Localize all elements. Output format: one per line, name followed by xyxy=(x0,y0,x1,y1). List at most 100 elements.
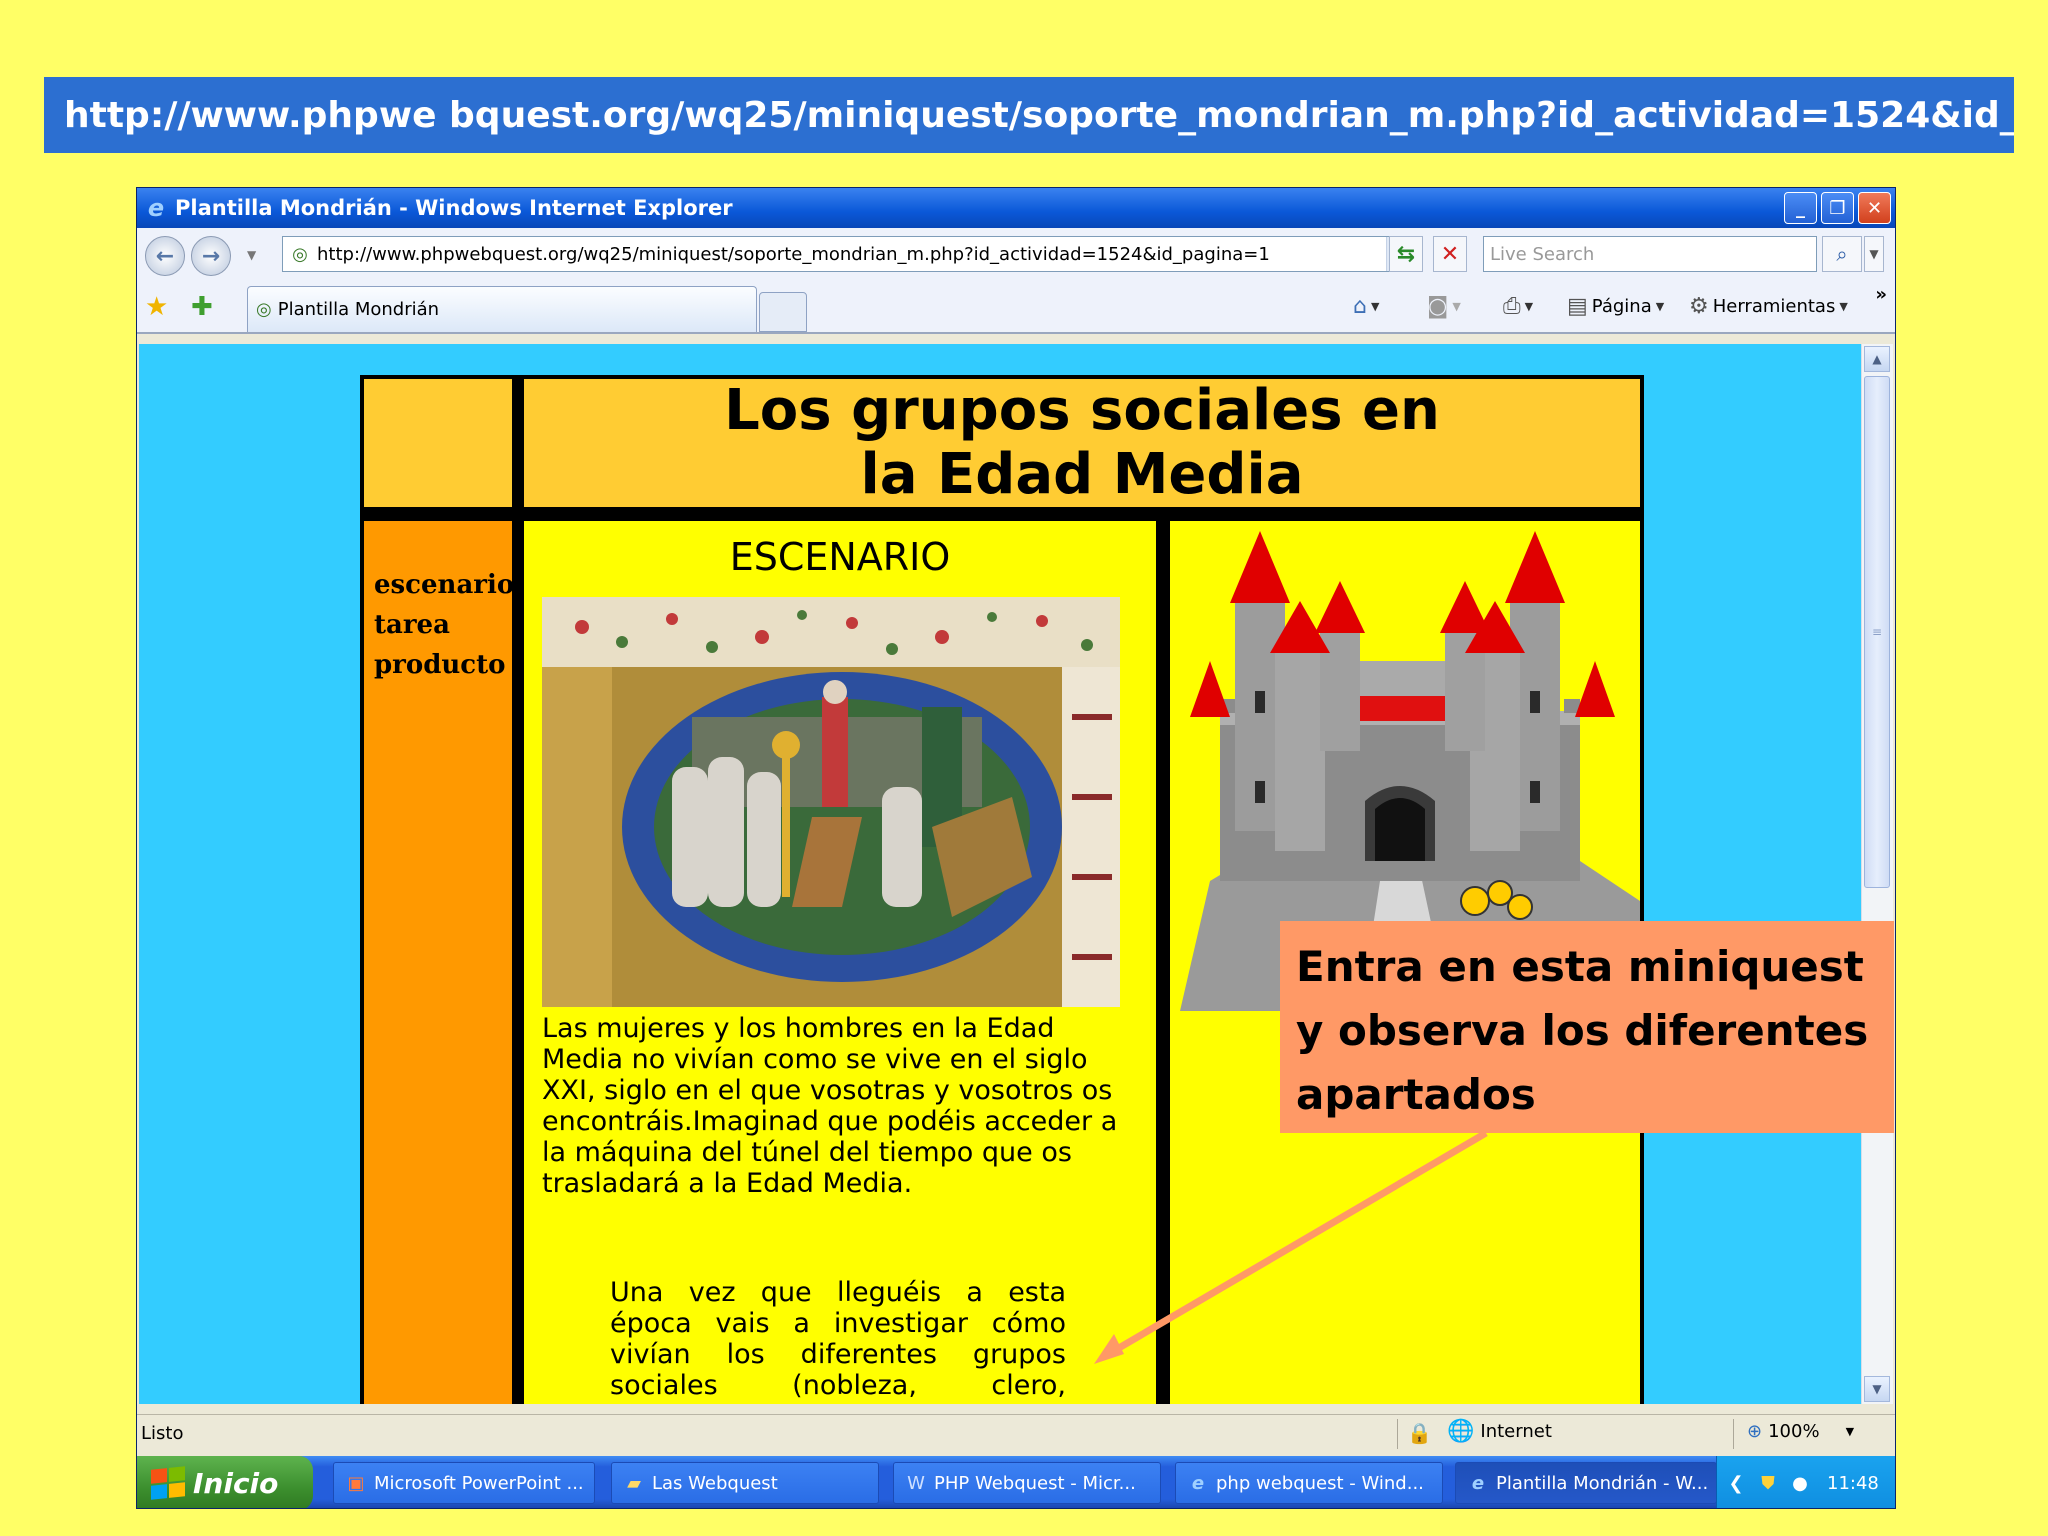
tools-menu-label: Herramientas xyxy=(1712,296,1836,317)
search-button[interactable]: ⌕ xyxy=(1822,236,1862,272)
task-label: PHP Webquest - Micr... xyxy=(934,1472,1136,1494)
mondrian-layout: Los grupos sociales en la Edad Media esc… xyxy=(360,375,1644,1404)
nav-cell: escenario tarea producto xyxy=(364,521,514,1404)
minimize-button[interactable]: _ xyxy=(1784,192,1817,224)
clock[interactable]: 11:48 xyxy=(1827,1473,1879,1494)
refresh-button[interactable]: ⇆ xyxy=(1389,236,1423,272)
close-button[interactable]: ✕ xyxy=(1858,192,1891,224)
section-title: ESCENARIO xyxy=(729,535,951,579)
tab-plantilla-mondrian[interactable]: ◎ Plantilla Mondrián xyxy=(247,286,757,332)
scroll-thumb[interactable]: ≡ xyxy=(1864,376,1890,888)
window-titlebar[interactable]: e Plantilla Mondrián - Windows Internet … xyxy=(137,188,1895,228)
ie-logo-icon: e xyxy=(147,194,165,222)
taskbar-item-powerpoint[interactable]: ▣ Microsoft PowerPoint ... xyxy=(333,1462,595,1504)
print-button[interactable]: ⎙ ▼ xyxy=(1503,294,1533,319)
taskbar-item-las-webquest[interactable]: ▰ Las Webquest xyxy=(611,1462,879,1504)
forward-button[interactable]: → xyxy=(191,236,231,276)
word-icon: W xyxy=(907,1472,925,1494)
back-arrow-icon: ← xyxy=(155,243,175,269)
start-label: Inicio xyxy=(193,1466,279,1500)
toolbar-overflow-icon[interactable]: » xyxy=(1875,284,1887,305)
page-title: Los grupos sociales en la Edad Media xyxy=(724,378,1440,507)
taskbar-item-ie-php-webquest[interactable]: e php webquest - Wind... xyxy=(1175,1462,1443,1504)
scroll-up-icon[interactable]: ▲ xyxy=(1864,346,1890,372)
tab-label: Plantilla Mondrián xyxy=(277,299,440,320)
search-icon: ⌕ xyxy=(1836,242,1848,266)
task-label: php webquest - Wind... xyxy=(1216,1472,1424,1494)
refresh-icon: ⇆ xyxy=(1396,241,1416,267)
status-separator xyxy=(1397,1419,1398,1449)
print-dropdown-icon[interactable]: ▼ xyxy=(1525,300,1533,313)
tray-expand-icon[interactable]: ❮ xyxy=(1723,1470,1749,1496)
page-menu-icon: ▤ xyxy=(1567,294,1588,319)
task-label: Microsoft PowerPoint ... xyxy=(374,1472,584,1494)
tools-dropdown-icon: ▼ xyxy=(1839,300,1848,313)
add-favorite-icon[interactable]: ✚ xyxy=(191,292,213,322)
status-text: Listo xyxy=(141,1423,184,1444)
taskbar-item-word[interactable]: W PHP Webquest - Micr... xyxy=(893,1462,1161,1504)
ie-window: e Plantilla Mondrián - Windows Internet … xyxy=(136,187,1896,1509)
zoom-icon: ⊕ xyxy=(1747,1421,1763,1442)
feeds-button[interactable]: ◙ ▼ xyxy=(1427,294,1461,319)
maximize-button[interactable]: ❐ xyxy=(1821,192,1854,224)
home-dropdown-icon[interactable]: ▼ xyxy=(1371,300,1379,313)
address-input[interactable]: http://www.phpwebquest.org/wq25/miniques… xyxy=(317,244,1386,265)
tab-toolbar: ★ ✚ ◎ Plantilla Mondrián ⌂ ▼ ◙ ▼ ⎙ ▼ ▤ P… xyxy=(137,280,1895,334)
gear-icon: ⚙ xyxy=(1689,294,1709,319)
url-banner: http://www.phpwe bquest.org/wq25/minique… xyxy=(44,77,2014,153)
callout-box: Entra en esta miniquest y observa los di… xyxy=(1280,921,1894,1133)
address-bar[interactable]: ◎ http://www.phpwebquest.org/wq25/miniqu… xyxy=(282,236,1412,272)
nav-link-tarea[interactable]: tarea xyxy=(374,605,512,645)
shield-icon[interactable]: ⛊ xyxy=(1755,1470,1781,1496)
manuscript-image xyxy=(542,597,1120,1007)
corner-cell xyxy=(364,379,512,507)
globe-icon: 🌐 xyxy=(1447,1419,1475,1444)
nav-link-producto[interactable]: producto xyxy=(374,645,512,685)
home-icon: ⌂ xyxy=(1353,294,1367,319)
zone-label: Internet xyxy=(1480,1421,1552,1442)
tools-menu[interactable]: ⚙ Herramientas ▼ xyxy=(1689,294,1848,319)
stop-button[interactable]: ✕ xyxy=(1433,236,1467,272)
system-tray: ❮ ⛊ ● 11:48 xyxy=(1716,1456,1895,1508)
printer-icon: ⎙ xyxy=(1503,294,1521,319)
page-icon: ◎ xyxy=(292,243,308,265)
panda-icon[interactable]: ● xyxy=(1787,1470,1813,1496)
history-dropdown-icon[interactable]: ▼ xyxy=(247,248,256,262)
page-menu-label: Página xyxy=(1591,296,1652,317)
zoom-level: 100% xyxy=(1768,1421,1820,1442)
page-menu[interactable]: ▤ Página ▼ xyxy=(1567,294,1664,319)
back-button[interactable]: ← xyxy=(145,236,185,276)
windows-logo-icon xyxy=(151,1466,185,1500)
feed-icon: ◙ xyxy=(1427,294,1449,319)
vertical-scrollbar[interactable]: ▲ ≡ ▼ xyxy=(1861,344,1893,1404)
favorites-star-icon[interactable]: ★ xyxy=(145,292,168,322)
security-zone[interactable]: 🌐 Internet xyxy=(1447,1419,1552,1444)
powerpoint-icon: ▣ xyxy=(347,1472,365,1494)
protected-mode-icon[interactable]: 🔒 xyxy=(1407,1421,1432,1445)
status-bar: Listo 🔒 🌐 Internet ⊕ 100% ▼ xyxy=(137,1414,1895,1453)
task-paragraph: Una vez que lleguéis a esta época vais a… xyxy=(610,1277,1066,1404)
search-options-icon[interactable]: ▼ xyxy=(1864,236,1884,272)
task-label: Plantilla Mondrián - W... xyxy=(1496,1472,1709,1494)
start-button[interactable]: Inicio xyxy=(137,1456,313,1508)
scroll-down-icon[interactable]: ▼ xyxy=(1864,1376,1890,1402)
taskbar-item-ie-plantilla[interactable]: e Plantilla Mondrián - W... xyxy=(1455,1462,1717,1504)
zoom-control[interactable]: ⊕ 100% ▼ xyxy=(1747,1421,1854,1442)
zoom-dropdown-icon[interactable]: ▼ xyxy=(1846,1425,1854,1438)
title-cell: Los grupos sociales en la Edad Media xyxy=(524,379,1640,507)
taskbar: Inicio ▣ Microsoft PowerPoint ... ▰ Las … xyxy=(137,1456,1895,1508)
page-icon: ◎ xyxy=(256,299,272,320)
forward-arrow-icon: → xyxy=(201,243,221,269)
intro-paragraph: Las mujeres y los hombres en la Edad Med… xyxy=(542,1013,1118,1199)
address-toolbar: ← → ▼ ◎ http://www.phpwebquest.org/wq25/… xyxy=(137,228,1895,280)
folder-icon: ▰ xyxy=(627,1472,641,1494)
feeds-dropdown-icon[interactable]: ▼ xyxy=(1452,300,1460,313)
home-button[interactable]: ⌂ ▼ xyxy=(1353,294,1379,319)
new-tab-button[interactable] xyxy=(759,292,807,332)
window-title: Plantilla Mondrián - Windows Internet Ex… xyxy=(175,196,733,220)
search-input[interactable]: Live Search xyxy=(1483,236,1817,272)
nav-link-escenario[interactable]: escenario xyxy=(374,565,514,605)
status-separator xyxy=(1733,1419,1734,1449)
stop-icon: ✕ xyxy=(1440,241,1460,267)
page-content: Los grupos sociales en la Edad Media esc… xyxy=(139,344,1861,1404)
